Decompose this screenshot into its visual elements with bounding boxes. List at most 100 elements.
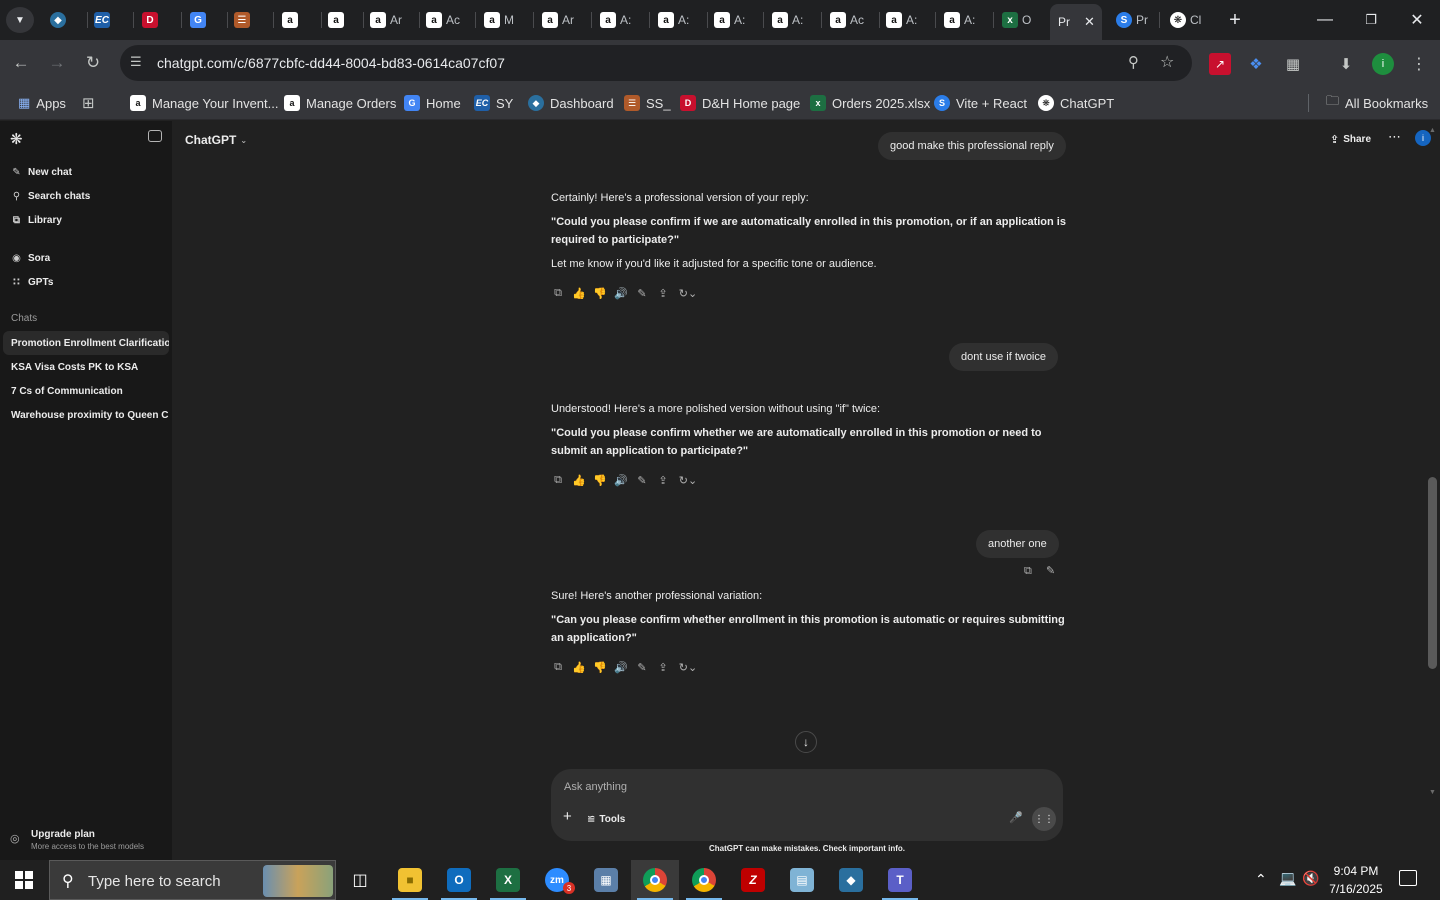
copy-icon[interactable]: ⧉ — [1024, 565, 1032, 578]
library-button[interactable]: ⧉ Library — [11, 210, 62, 230]
tab[interactable]: ☰ — [228, 6, 274, 34]
site-info-icon[interactable]: ☰ — [130, 54, 142, 70]
scrollbar-track[interactable]: ▲ ▼ — [1426, 127, 1440, 799]
tab[interactable]: a A: — [938, 6, 994, 34]
share-icon[interactable]: ⇪ — [656, 286, 670, 300]
scroll-down-icon[interactable]: ▼ — [1429, 789, 1436, 796]
taskbar-chrome-active[interactable] — [631, 860, 679, 900]
tab[interactable]: D — [136, 6, 182, 34]
edit-in-canvas-icon[interactable]: ✎ — [635, 473, 649, 487]
menu-icon[interactable]: ⋮ — [1408, 53, 1430, 75]
thumbs-down-icon[interactable]: 👎 — [593, 286, 607, 300]
extension-icon[interactable]: ❖ — [1245, 53, 1267, 75]
taskbar-file-explorer[interactable]: ■ — [386, 860, 434, 900]
read-aloud-icon[interactable]: 🔊 — [614, 473, 628, 487]
tab[interactable]: a A: — [880, 6, 936, 34]
thumbs-down-icon[interactable]: 👎 — [593, 660, 607, 674]
tab[interactable]: a A: — [652, 6, 708, 34]
volume-muted-icon[interactable]: 🔇 — [1302, 870, 1319, 887]
scrollbar-thumb[interactable] — [1428, 477, 1437, 669]
read-aloud-icon[interactable]: 🔊 — [614, 286, 628, 300]
model-selector[interactable]: ChatGPT ⌄ — [185, 131, 247, 149]
clock[interactable]: 9:04 PM 7/16/2025 — [1324, 862, 1388, 898]
bookmark-item[interactable]: ☰ SS_ — [624, 93, 671, 113]
close-sidebar-icon[interactable] — [148, 130, 162, 142]
sora-button[interactable]: ◉ Sora — [11, 248, 50, 268]
download-icon[interactable]: ⬇ — [1335, 53, 1357, 75]
edit-in-canvas-icon[interactable]: ✎ — [635, 286, 649, 300]
tab[interactable]: ❋ Cl — [1164, 6, 1214, 34]
tab[interactable]: ◆ — [44, 6, 88, 34]
search-chats-button[interactable]: ⚲ Search chats — [11, 186, 90, 206]
gpts-button[interactable]: ∷ GPTs — [11, 272, 53, 292]
microphone-icon[interactable]: 🎤 — [1009, 811, 1023, 824]
tab[interactable]: a Ac — [824, 6, 880, 34]
extension-pdf-icon[interactable]: ↗ — [1209, 53, 1231, 75]
taskbar-filezilla[interactable]: Z — [729, 860, 777, 900]
new-tab-button[interactable]: + — [1212, 0, 1258, 40]
thumbs-up-icon[interactable]: 👍 — [572, 660, 586, 674]
regenerate-icon[interactable]: ↻⌄ — [677, 286, 699, 300]
minimize-button[interactable]: — — [1302, 0, 1348, 40]
tab[interactable]: a — [322, 6, 364, 34]
tab[interactable]: a Ar — [536, 6, 592, 34]
thumbs-down-icon[interactable]: 👎 — [593, 473, 607, 487]
bookmark-apps[interactable]: ▦ Apps — [18, 93, 66, 113]
bookmark-item[interactable]: ◆ Dashboard — [528, 93, 614, 113]
chat-item[interactable]: Warehouse proximity to Queen C... — [3, 403, 169, 427]
more-options-icon[interactable]: ⋯ — [1388, 129, 1401, 145]
share-button[interactable]: ⇪ Share — [1330, 131, 1371, 147]
copy-icon[interactable]: ⧉ — [551, 286, 565, 300]
copy-icon[interactable]: ⧉ — [551, 473, 565, 487]
taskbar-search[interactable]: ⚲ Type here to search — [49, 860, 336, 900]
tab[interactable]: a A: — [708, 6, 764, 34]
upgrade-plan-button[interactable]: ◎ Upgrade plan More access to the best m… — [10, 828, 170, 854]
tab[interactable]: aM — [478, 6, 534, 34]
openai-logo-icon[interactable]: ❋ — [10, 130, 23, 148]
copy-icon[interactable]: ⧉ — [551, 660, 565, 674]
tab[interactable]: EC — [88, 6, 134, 34]
bookmark-item[interactable]: D D&H Home page — [680, 93, 800, 113]
bookmark-item[interactable]: S Vite + React — [934, 93, 1027, 113]
network-icon[interactable]: 💻 — [1279, 870, 1296, 887]
scroll-up-icon[interactable]: ▲ — [1429, 127, 1436, 134]
regenerate-icon[interactable]: ↻⌄ — [677, 473, 699, 487]
tab[interactable]: S Pr — [1110, 6, 1160, 34]
start-button[interactable] — [0, 860, 48, 900]
voice-mode-button[interactable]: ⋮⋮ — [1032, 807, 1056, 831]
tab-active[interactable]: Pr ✕ — [1050, 4, 1102, 40]
address-bar[interactable]: ☰ chatgpt.com/c/6877cbfc-dd44-8004-bd83-… — [120, 45, 1192, 81]
notification-center-icon[interactable] — [1399, 870, 1417, 886]
taskbar-outlook[interactable]: O — [435, 860, 483, 900]
tab[interactable]: a Ac — [420, 6, 476, 34]
regenerate-icon[interactable]: ↻⌄ — [677, 660, 699, 674]
share-icon[interactable]: ⇪ — [656, 473, 670, 487]
taskbar-chrome[interactable] — [680, 860, 728, 900]
taskbar-teams[interactable]: T — [876, 860, 924, 900]
chat-item[interactable]: KSA Visa Costs PK to KSA — [3, 355, 169, 379]
edit-in-canvas-icon[interactable]: ✎ — [635, 660, 649, 674]
chat-item[interactable]: 7 Cs of Communication — [3, 379, 169, 403]
prompt-input[interactable]: Ask anything — [564, 781, 1004, 793]
bookmark-item[interactable]: ❋ ChatGPT — [1038, 93, 1114, 113]
scroll-to-bottom-button[interactable]: ↓ — [795, 731, 817, 753]
tab[interactable]: a A: — [594, 6, 650, 34]
edit-icon[interactable]: ✎ — [1046, 564, 1055, 577]
bookmark-item[interactable]: a Manage Your Invent... — [130, 93, 278, 113]
reload-button[interactable]: ↻ — [78, 48, 108, 78]
forward-button[interactable]: → — [42, 48, 72, 78]
taskbar-calculator[interactable]: ▦ — [582, 860, 630, 900]
zoom-icon[interactable]: ⚲ — [1128, 53, 1139, 71]
thumbs-up-icon[interactable]: 👍 — [572, 286, 586, 300]
url-text[interactable]: chatgpt.com/c/6877cbfc-dd44-8004-bd83-06… — [157, 55, 505, 71]
tab-search-button[interactable]: ▼ — [6, 7, 34, 33]
bookmark-item[interactable]: a Manage Orders — [284, 93, 396, 113]
taskbar-zoom[interactable]: zm 3 — [533, 860, 581, 900]
puzzle-icon[interactable]: ▦ — [1282, 53, 1304, 75]
chat-item[interactable]: Promotion Enrollment Clarification — [3, 331, 169, 355]
tab[interactable]: xO — [996, 6, 1048, 34]
new-chat-button[interactable]: ✎ New chat — [11, 162, 72, 182]
tab[interactable]: a — [276, 6, 322, 34]
share-icon[interactable]: ⇪ — [656, 660, 670, 674]
back-button[interactable]: ← — [6, 48, 36, 78]
